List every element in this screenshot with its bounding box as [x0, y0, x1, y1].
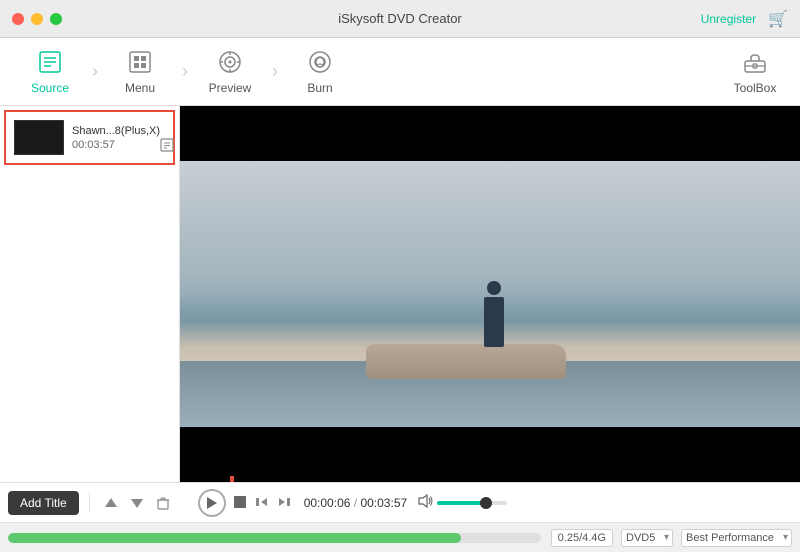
- minimize-button[interactable]: [31, 13, 43, 25]
- titlebar-right: Unregister 🛒: [701, 9, 788, 29]
- add-title-button[interactable]: Add Title: [8, 491, 79, 515]
- burn-icon: [307, 49, 333, 79]
- format-select[interactable]: DVD5 DVD9: [621, 529, 673, 547]
- tab-preview[interactable]: Preview: [190, 42, 270, 102]
- preview-icon: [217, 49, 243, 79]
- tab-menu[interactable]: Menu: [100, 42, 180, 102]
- source-icon: [37, 49, 63, 79]
- letterbox-bottom: [180, 427, 800, 482]
- quality-select[interactable]: Best Performance High Quality Best Quali…: [681, 529, 792, 547]
- menu-icon: [127, 49, 153, 79]
- quality-select-wrapper: Best Performance High Quality Best Quali…: [681, 529, 792, 547]
- file-name: Shawn...8(Plus,X): [72, 125, 160, 137]
- edit-icon[interactable]: [160, 138, 174, 155]
- cart-icon[interactable]: 🛒: [768, 9, 788, 29]
- controls-bar: Add Title: [0, 482, 800, 522]
- move-up-button[interactable]: [100, 494, 122, 512]
- app-title: iSkysoft DVD Creator: [338, 11, 462, 26]
- source-label: Source: [31, 81, 69, 95]
- toolbox-button[interactable]: ToolBox: [720, 49, 790, 95]
- arrow-1: ›: [92, 61, 98, 82]
- volume-control: [417, 494, 507, 511]
- progress-fill: [8, 533, 461, 543]
- toolbar: Source › Menu ›: [0, 38, 800, 106]
- file-duration: 00:03:57: [72, 139, 160, 151]
- menu-label: Menu: [125, 81, 155, 95]
- playback-controls: [198, 489, 292, 517]
- person-body: [484, 297, 504, 347]
- window-controls: [12, 13, 62, 25]
- time-separator: /: [354, 496, 357, 510]
- format-select-wrapper: DVD5 DVD9: [621, 529, 673, 547]
- current-time: 00:00:06 / 00:03:57: [304, 496, 407, 510]
- main-content: Shawn...8(Plus,X) 00:03:57: [0, 106, 800, 482]
- tab-source[interactable]: Source: [10, 42, 90, 102]
- progress-size: 0.25/4.4G: [551, 529, 613, 547]
- sidebar: Shawn...8(Plus,X) 00:03:57: [0, 106, 180, 482]
- toolbox-icon: [742, 49, 768, 79]
- video-scene: [180, 161, 800, 427]
- prev-button[interactable]: [254, 493, 270, 513]
- preview-label: Preview: [209, 81, 252, 95]
- maximize-button[interactable]: [50, 13, 62, 25]
- total-time-value: 00:03:57: [360, 496, 407, 510]
- volume-thumb[interactable]: [480, 497, 492, 509]
- volume-fill: [437, 501, 486, 505]
- next-button[interactable]: [276, 493, 292, 513]
- arrow-2: ›: [182, 61, 188, 82]
- delete-button[interactable]: [152, 494, 174, 512]
- letterbox-top: [180, 106, 800, 161]
- rock-platform: [366, 344, 566, 379]
- tab-burn[interactable]: Burn: [280, 42, 360, 102]
- move-down-button[interactable]: [126, 494, 148, 512]
- file-info: Shawn...8(Plus,X) 00:03:57: [72, 125, 160, 151]
- burn-label: Burn: [307, 81, 332, 95]
- volume-slider[interactable]: [437, 501, 507, 505]
- close-button[interactable]: [12, 13, 24, 25]
- list-item[interactable]: Shawn...8(Plus,X) 00:03:57: [4, 110, 175, 165]
- person-head: [487, 281, 501, 295]
- unregister-link[interactable]: Unregister: [701, 12, 756, 26]
- arrow-3: ›: [272, 61, 278, 82]
- progress-right: 0.25/4.4G DVD5 DVD9 Best Performance Hig…: [551, 529, 792, 547]
- file-thumbnail: [14, 120, 64, 155]
- toolbox-label: ToolBox: [734, 81, 777, 95]
- play-button[interactable]: [198, 489, 226, 517]
- titlebar: iSkysoft DVD Creator Unregister 🛒: [0, 0, 800, 38]
- video-frame: [180, 106, 800, 482]
- stop-button[interactable]: [232, 493, 248, 513]
- separator-1: [89, 493, 90, 513]
- toolbar-items: Source › Menu ›: [10, 42, 720, 102]
- progress-track: [8, 533, 541, 543]
- volume-icon: [417, 494, 433, 511]
- current-time-value: 00:00:06: [304, 496, 351, 510]
- video-preview: [180, 106, 800, 482]
- person-silhouette: [484, 281, 504, 347]
- progress-bar-container: 0.25/4.4G DVD5 DVD9 Best Performance Hig…: [0, 522, 800, 552]
